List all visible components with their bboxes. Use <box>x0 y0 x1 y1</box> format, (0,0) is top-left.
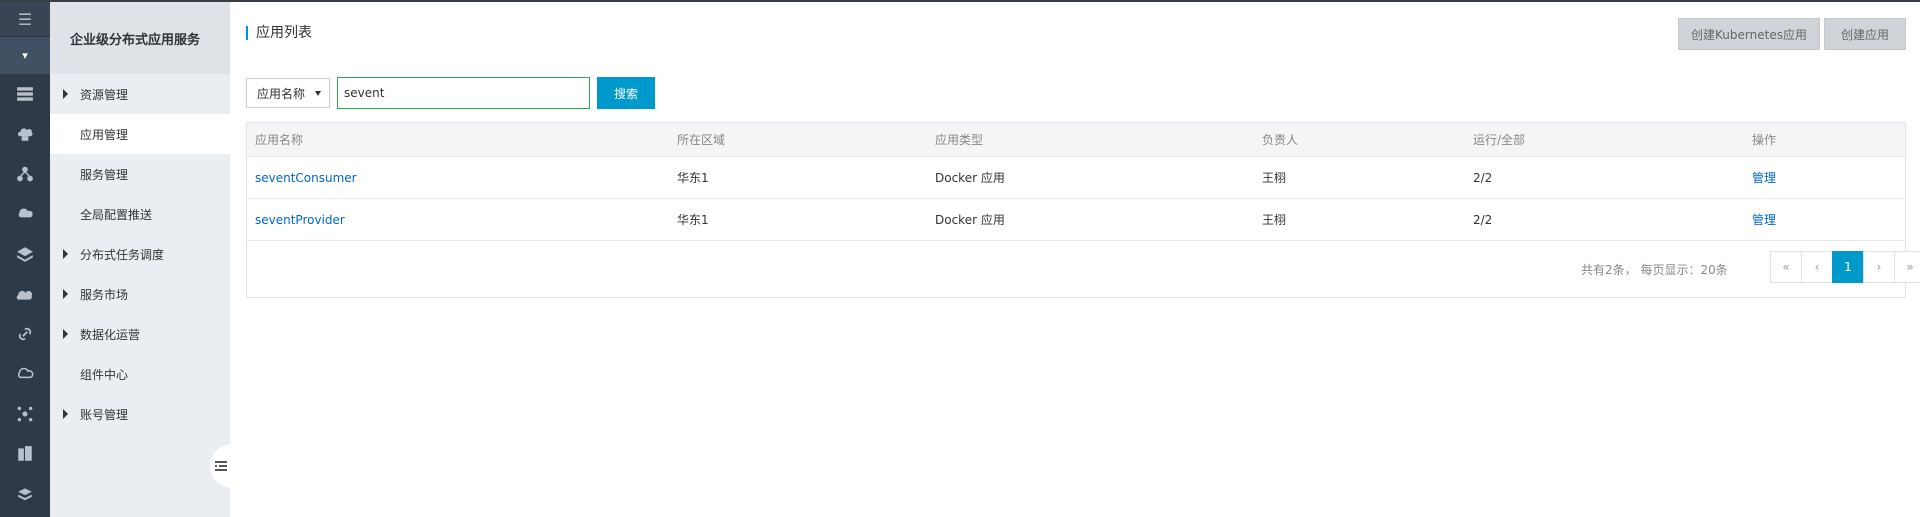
network-icon[interactable] <box>0 394 50 434</box>
search-button[interactable]: 搜索 <box>597 77 655 109</box>
pagination: « ‹ 1 › » <box>1770 251 1920 283</box>
sidebar-item-label: 数据化运营 <box>80 327 141 342</box>
cluster-icon[interactable] <box>0 154 50 194</box>
region-cell: 华东1 <box>677 171 709 185</box>
cloud-upload-icon[interactable] <box>0 194 50 234</box>
sidebar-item[interactable]: 服务市场 <box>50 274 230 314</box>
type-cell: Docker 应用 <box>935 171 1005 185</box>
cloud-gear-icon[interactable] <box>0 274 50 314</box>
manage-link[interactable]: 管理 <box>1752 169 1776 186</box>
table-row: seventProvider 华东1 Docker 应用 王栩 2/2 管理 <box>247 199 1905 241</box>
caret-right-icon <box>63 249 68 259</box>
column-header[interactable]: 负责人 <box>1262 131 1298 148</box>
filter-field-value: 应用名称 <box>257 86 306 101</box>
caret-right-icon <box>63 409 68 419</box>
app-name-link[interactable]: seventConsumer <box>255 171 357 185</box>
sidebar-item[interactable]: 服务管理 <box>50 154 230 194</box>
sidebar-menu: 企业级分布式应用服务 资源管理应用管理服务管理全局配置推送 分布式任务调度 服务市场… <box>50 2 232 517</box>
sidebar-item[interactable]: 分布式任务调度 <box>50 234 230 274</box>
stack-icon[interactable] <box>0 474 50 514</box>
sidebar-item[interactable]: 应用管理 <box>50 114 230 154</box>
running-cell: 2/2 <box>1473 212 1493 227</box>
sidebar-item-label: 组件中心 <box>80 367 129 382</box>
create-app-button[interactable]: 创建应用 <box>1824 18 1906 50</box>
type-cell: Docker 应用 <box>935 213 1005 227</box>
caret-right-icon <box>63 329 68 339</box>
sidebar-item-label: 全局配置推送 <box>80 207 153 222</box>
running-cell: 2/2 <box>1473 170 1493 185</box>
owner-cell: 王栩 <box>1262 171 1287 185</box>
link-icon[interactable] <box>0 314 50 354</box>
pagination-summary: 共有2条， 每页显示：20条 <box>1581 263 1728 277</box>
region-cell: 华东1 <box>677 213 709 227</box>
hamburger-menu-icon[interactable]: ☰ <box>0 2 50 36</box>
column-header[interactable]: 所在区域 <box>677 131 725 148</box>
main-content: 应用列表 创建Kubernetes应用 创建应用 应用名称 搜索 应用名称 所在… <box>230 2 1920 517</box>
table-header: 应用名称 所在区域 应用类型 负责人 运行/全部 操作 <box>247 123 1905 157</box>
sidebar-item-label: 应用管理 <box>80 127 129 142</box>
sidebar-item[interactable]: 资源管理 <box>50 74 230 114</box>
last-page-button[interactable]: » <box>1894 251 1920 283</box>
page-number-button[interactable]: 1 <box>1832 251 1864 283</box>
sidebar-item[interactable]: 全局配置推送 <box>50 194 230 234</box>
sidebar-item-label: 分布式任务调度 <box>80 247 165 262</box>
dropdown-toggle-icon[interactable]: ▾ <box>0 36 50 74</box>
search-input[interactable] <box>337 77 590 109</box>
app-table: 应用名称 所在区域 应用类型 负责人 运行/全部 操作 seventConsum… <box>246 122 1920 298</box>
sidebar-item-label: 资源管理 <box>80 87 129 102</box>
column-header[interactable]: 运行/全部 <box>1473 131 1525 148</box>
layers-icon[interactable] <box>0 234 50 274</box>
server-icon[interactable] <box>0 74 50 114</box>
create-kubernetes-app-button[interactable]: 创建Kubernetes应用 <box>1678 18 1820 50</box>
building-icon[interactable] <box>0 434 50 474</box>
cloud-bag-icon[interactable] <box>0 114 50 154</box>
chevron-down-icon <box>315 91 321 96</box>
collapse-sidebar-icon[interactable] <box>210 444 232 488</box>
owner-cell: 王栩 <box>1262 213 1287 227</box>
page-title: 应用列表 <box>246 26 312 40</box>
next-page-button[interactable]: › <box>1863 251 1895 283</box>
column-header[interactable]: 应用类型 <box>935 131 983 148</box>
manage-link[interactable]: 管理 <box>1752 211 1776 228</box>
first-page-button[interactable]: « <box>1770 251 1802 283</box>
icon-rail: ☰ ▾ <box>0 2 50 517</box>
sidebar-item[interactable]: 组件中心 <box>50 354 230 394</box>
sidebar-item-label: 服务市场 <box>80 287 129 302</box>
app-name-link[interactable]: seventProvider <box>255 213 345 227</box>
prev-page-button[interactable]: ‹ <box>1801 251 1833 283</box>
sidebar-item[interactable]: 账号管理 <box>50 394 230 434</box>
sidebar-header: 企业级分布式应用服务 <box>50 2 230 74</box>
caret-right-icon <box>63 89 68 99</box>
sidebar-item-label: 服务管理 <box>80 167 129 182</box>
column-header[interactable]: 操作 <box>1752 131 1776 148</box>
table-row: seventConsumer 华东1 Docker 应用 王栩 2/2 管理 <box>247 157 1905 199</box>
sidebar-item-label: 账号管理 <box>80 407 129 422</box>
sidebar-item[interactable]: 数据化运营 <box>50 314 230 354</box>
cloud-outline-icon[interactable] <box>0 354 50 394</box>
filter-field-select[interactable]: 应用名称 <box>246 78 330 108</box>
caret-right-icon <box>63 289 68 299</box>
column-header[interactable]: 应用名称 <box>255 131 303 148</box>
